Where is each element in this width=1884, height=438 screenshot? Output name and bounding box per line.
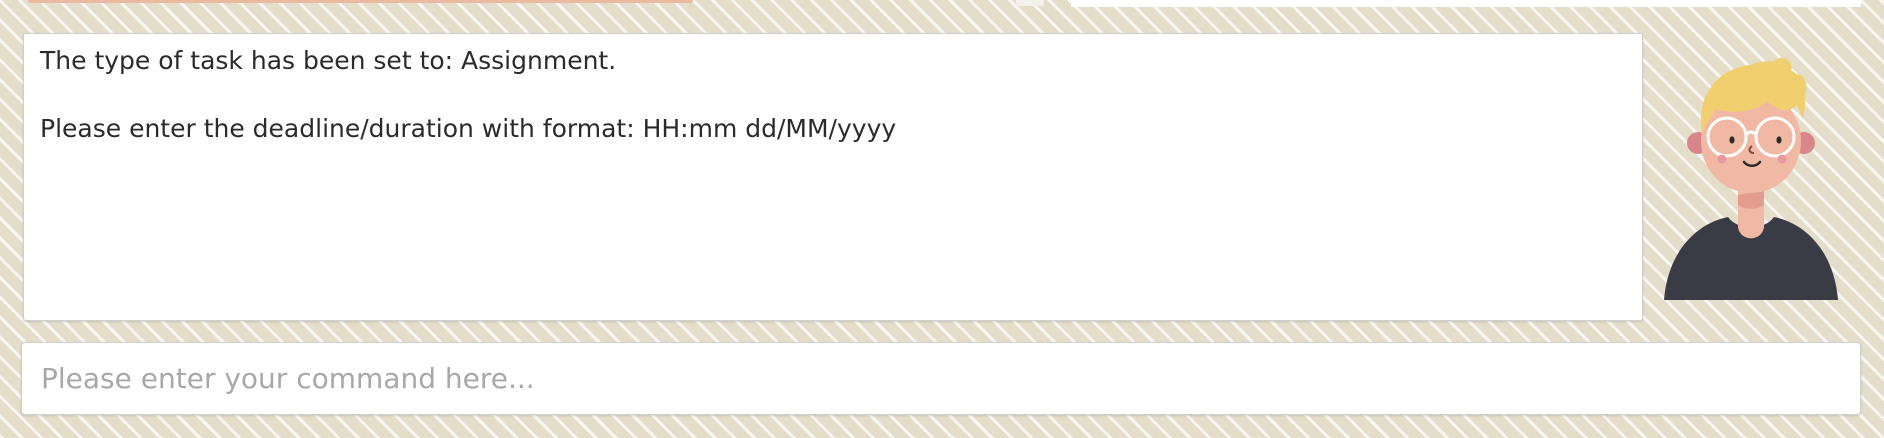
response-display: The type of task has been set to: Assign…: [23, 33, 1643, 321]
top-panel-edge-mid: [1016, 0, 1044, 6]
command-box[interactable]: [21, 342, 1861, 415]
response-line: The type of task has been set to: Assign…: [40, 46, 617, 75]
top-panel-edge-left: [28, 0, 693, 3]
top-panel-edge-right: [1071, 0, 1861, 7]
person-avatar-icon: [1658, 45, 1844, 305]
avatar-eye-right: [1776, 136, 1782, 144]
response-line: Please enter the deadline/duration with …: [40, 114, 897, 143]
response-line: [40, 78, 1626, 112]
avatar-eye-left: [1729, 136, 1735, 144]
command-input[interactable]: [22, 343, 1860, 414]
